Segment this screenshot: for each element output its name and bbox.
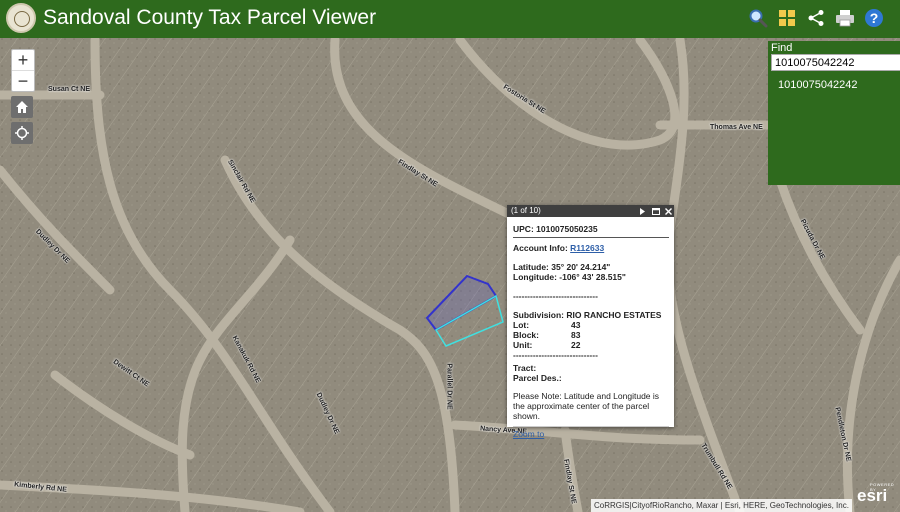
close-icon[interactable] [662,205,674,217]
share-icon[interactable] [804,7,828,29]
locate-icon[interactable] [11,122,33,144]
find-panel: Find 1010075042242 [768,41,900,185]
popup-longitude: Longitude: -106° 43' 28.515" [513,272,626,282]
popup-rule [513,426,669,427]
popup-upc: UPC: 1010075050235 [513,224,598,234]
parcel-popup: (1 of 10) UPC: 1010075050235 Account Inf… [507,205,674,439]
unit-label: Unit: [513,340,533,350]
popup-divider: ------------------------------ [513,291,598,301]
street-label: Thomas Ave NE [710,124,763,131]
aerial-basemap [0,38,900,512]
lot-value: 43 [571,320,581,330]
zoom-control: + − [11,49,35,92]
popup-body: UPC: 1010075050235 Account Info: R112633… [507,217,674,439]
esri-logo: esri [857,486,888,505]
zoom-in-button[interactable]: + [12,50,34,70]
popup-latitude: Latitude: 35° 20' 24.214" [513,262,611,272]
popup-block: Block: 83 [513,330,669,340]
find-result-item[interactable]: 1010075042242 [778,79,858,91]
search-icon[interactable] [746,7,770,29]
zoom-to-link[interactable]: Zoom to [513,429,669,439]
account-label: Account Info: [513,243,568,253]
popup-header: (1 of 10) [507,205,674,217]
app-title: Sandoval County Tax Parcel Viewer [43,6,377,29]
popup-lot: Lot: 43 [513,320,669,330]
popup-unit: Unit: 22 [513,340,669,350]
svg-text:?: ? [870,10,879,26]
popup-tract: Tract: [513,363,537,373]
account-link[interactable]: R112633 [570,243,604,253]
county-seal-logo [6,3,36,33]
app-header: Sandoval County Tax Parcel Viewer ? [0,0,900,38]
popup-divider: ------------------------------ [513,350,598,360]
home-icon[interactable] [11,96,33,118]
popup-note: Please Note: Latitude and Longitude is t… [513,391,660,421]
street-label: Parallel Dr NE [445,363,453,410]
popup-rule [513,237,669,238]
print-icon[interactable] [833,7,857,29]
block-value: 83 [571,330,581,340]
zoom-out-button[interactable]: − [12,71,34,91]
unit-value: 22 [571,340,581,350]
find-label: Find [771,42,793,54]
popup-account-row: Account Info: R112633 [513,243,669,253]
find-input[interactable] [771,54,900,71]
popup-counter: (1 of 10) [511,206,541,215]
help-icon[interactable]: ? [862,7,886,29]
next-feature-icon[interactable] [636,205,648,217]
maximize-icon[interactable] [650,205,662,217]
grid-icon[interactable] [775,7,799,29]
popup-parcel-des: Parcel Des.: [513,373,562,383]
street-label: Susan Ct NE [48,86,91,93]
block-label: Block: [513,330,539,340]
popup-subdivision: Subdivision: RIO RANCHO ESTATES [513,310,662,320]
lot-label: Lot: [513,320,530,330]
map-view[interactable]: Susan Ct NE Fostoria St NE Thomas Ave NE… [0,38,900,512]
map-attribution: CoRRGIS|CityofRioRancho, Maxar | Esri, H… [591,499,852,512]
